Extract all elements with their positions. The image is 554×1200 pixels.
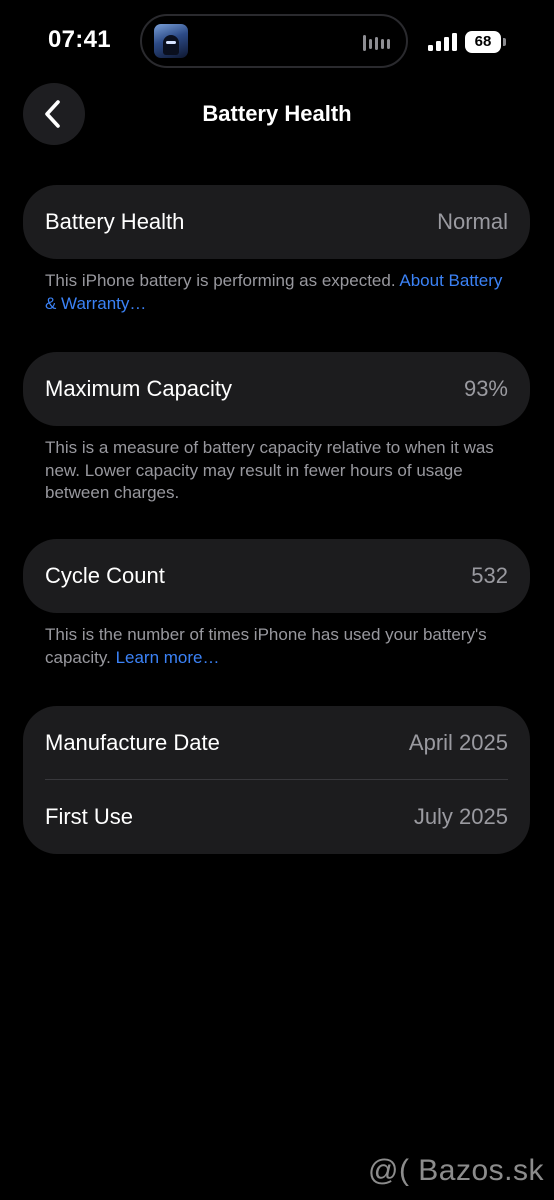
cycle-count-value: 532 <box>471 563 508 588</box>
maximum-capacity-label: Maximum Capacity <box>45 376 233 401</box>
cellular-signal-icon <box>428 33 457 51</box>
dates-card: Manufacture Date April 2025 First Use Ju… <box>23 706 530 854</box>
page-title: Battery Health <box>202 101 352 126</box>
battery-health-footnote: This iPhone battery is performing as exp… <box>45 270 515 315</box>
manufacture-date-row: Manufacture Date April 2025 <box>23 706 530 780</box>
cycle-count-label: Cycle Count <box>45 563 165 588</box>
maximum-capacity-card: Maximum Capacity 93% <box>23 352 530 426</box>
maximum-capacity-row: Maximum Capacity 93% <box>23 352 530 426</box>
battery-health-row: Battery Health Normal <box>23 185 530 259</box>
first-use-value: July 2025 <box>413 804 508 829</box>
cycle-count-footnote: This is the number of times iPhone has u… <box>45 624 515 669</box>
battery-level: 68 <box>465 31 501 53</box>
manufacture-date-value: April 2025 <box>408 730 508 755</box>
first-use-label: First Use <box>45 804 133 829</box>
maximum-capacity-footnote: This is a measure of battery capacity re… <box>45 438 494 502</box>
status-time: 07:41 <box>48 26 111 53</box>
cycle-count-row: Cycle Count 532 <box>23 539 530 613</box>
battery-icon: 68 <box>465 31 507 53</box>
maximum-capacity-value: 93% <box>463 376 508 401</box>
bazos-watermark: @( Bazos.sk <box>368 1154 544 1187</box>
dynamic-island[interactable] <box>140 14 408 68</box>
manufacture-date-label: Manufacture Date <box>45 730 220 755</box>
first-use-row: First Use July 2025 <box>23 780 530 854</box>
audio-waveform-icon <box>363 35 390 51</box>
battery-health-card: Battery Health Normal <box>23 185 530 259</box>
battery-health-description: This iPhone battery is performing as exp… <box>45 271 396 290</box>
now-playing-artwork[interactable] <box>154 24 188 58</box>
cycle-count-card: Cycle Count 532 <box>23 539 530 613</box>
battery-health-value: Normal <box>437 209 508 234</box>
cycle-count-description: This is the number of times iPhone has u… <box>45 625 487 667</box>
learn-more-link[interactable]: Learn more… <box>116 648 220 667</box>
battery-health-label: Battery Health <box>45 209 185 234</box>
